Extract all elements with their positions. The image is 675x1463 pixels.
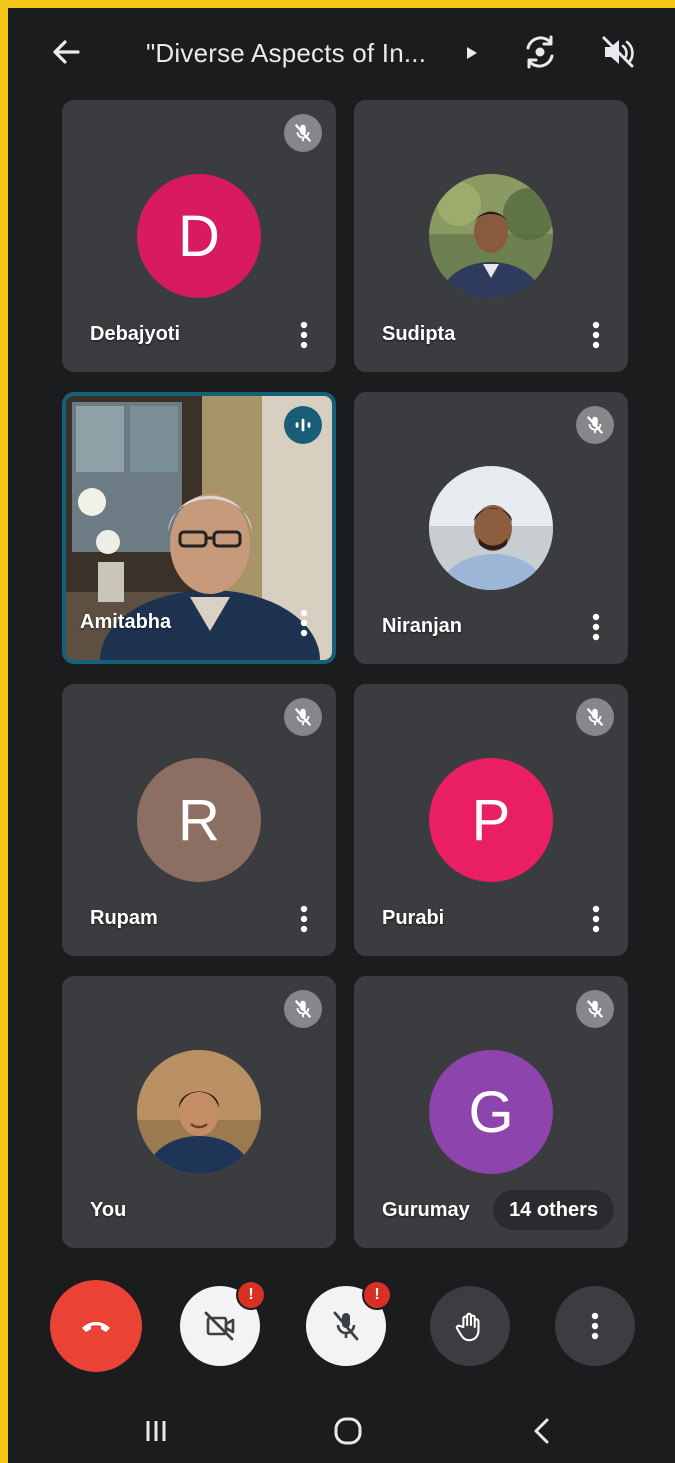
mic-toggle-button[interactable]: ! — [306, 1280, 392, 1366]
more-options-icon[interactable] — [592, 904, 600, 934]
more-options-button[interactable] — [555, 1286, 635, 1366]
avatar: R — [137, 758, 261, 882]
more-options-icon[interactable] — [300, 904, 308, 934]
mic-off-icon — [576, 406, 614, 444]
end-call-button[interactable] — [50, 1280, 142, 1372]
participant-name: You — [90, 1199, 127, 1221]
mic-off-icon — [284, 698, 322, 736]
participant-name: Purabi — [382, 907, 445, 929]
participant-name: Niranjan — [382, 615, 463, 637]
mic-off-icon — [576, 698, 614, 736]
others-count-pill[interactable]: 14 others — [493, 1190, 614, 1230]
participant-name: Rupam — [90, 907, 158, 929]
participant-tile[interactable]: D Debajyoti — [62, 100, 336, 372]
mic-off-icon — [284, 990, 322, 1028]
back-nav-icon[interactable] — [524, 1413, 560, 1449]
video-off-icon — [204, 1311, 235, 1341]
participant-name: Gurumay — [382, 1199, 470, 1221]
avatar-photo — [429, 466, 553, 590]
participant-name: Debajyoti — [90, 323, 181, 345]
more-options-icon[interactable] — [300, 320, 308, 350]
mic-off-icon — [333, 1311, 359, 1341]
self-tile[interactable]: You — [62, 976, 336, 1248]
participant-name: Sudipta — [382, 323, 456, 345]
participant-tile[interactable]: Sudipta — [354, 100, 628, 372]
home-icon[interactable] — [330, 1413, 366, 1449]
hang-up-icon — [82, 1322, 110, 1332]
raise-hand-button[interactable] — [430, 1286, 510, 1366]
avatar-photo — [429, 174, 553, 298]
mic-off-icon — [576, 990, 614, 1028]
caret-right-icon[interactable] — [466, 46, 478, 60]
warning-badge: ! — [362, 1280, 392, 1310]
speaker-off-icon[interactable] — [600, 34, 636, 70]
avatar: G — [429, 1050, 553, 1174]
flip-camera-icon[interactable] — [520, 32, 560, 72]
more-vert-icon — [591, 1312, 599, 1340]
top-bar: "Diverse Aspects of In... — [8, 8, 675, 100]
recents-icon[interactable] — [138, 1413, 174, 1449]
camera-toggle-button[interactable]: ! — [180, 1280, 266, 1366]
meeting-title[interactable]: "Diverse Aspects of In... — [146, 38, 426, 69]
participant-tile[interactable]: Niranjan — [354, 392, 628, 664]
avatar: P — [429, 758, 553, 882]
participant-name: Amitabha — [80, 611, 172, 633]
more-options-icon[interactable] — [592, 612, 600, 642]
avatar: D — [137, 174, 261, 298]
participant-tile[interactable]: P Purabi — [354, 684, 628, 956]
more-options-icon[interactable] — [300, 608, 308, 638]
participant-tile[interactable]: R Rupam — [62, 684, 336, 956]
participant-tile[interactable]: G Gurumay 14 others — [354, 976, 628, 1248]
participant-tile-speaking[interactable]: Amitabha — [62, 392, 336, 664]
back-arrow-icon[interactable] — [48, 34, 84, 70]
meet-screen: "Diverse Aspects of In... D Debajyoti Su… — [8, 8, 675, 1463]
system-nav-bar — [8, 1393, 675, 1463]
more-options-icon[interactable] — [592, 320, 600, 350]
call-controls: ! ! — [8, 1278, 675, 1378]
speaking-indicator-icon — [284, 406, 322, 444]
warning-badge: ! — [236, 1280, 266, 1310]
hand-icon — [455, 1312, 480, 1342]
avatar-photo — [137, 1050, 261, 1174]
mic-off-icon — [284, 114, 322, 152]
